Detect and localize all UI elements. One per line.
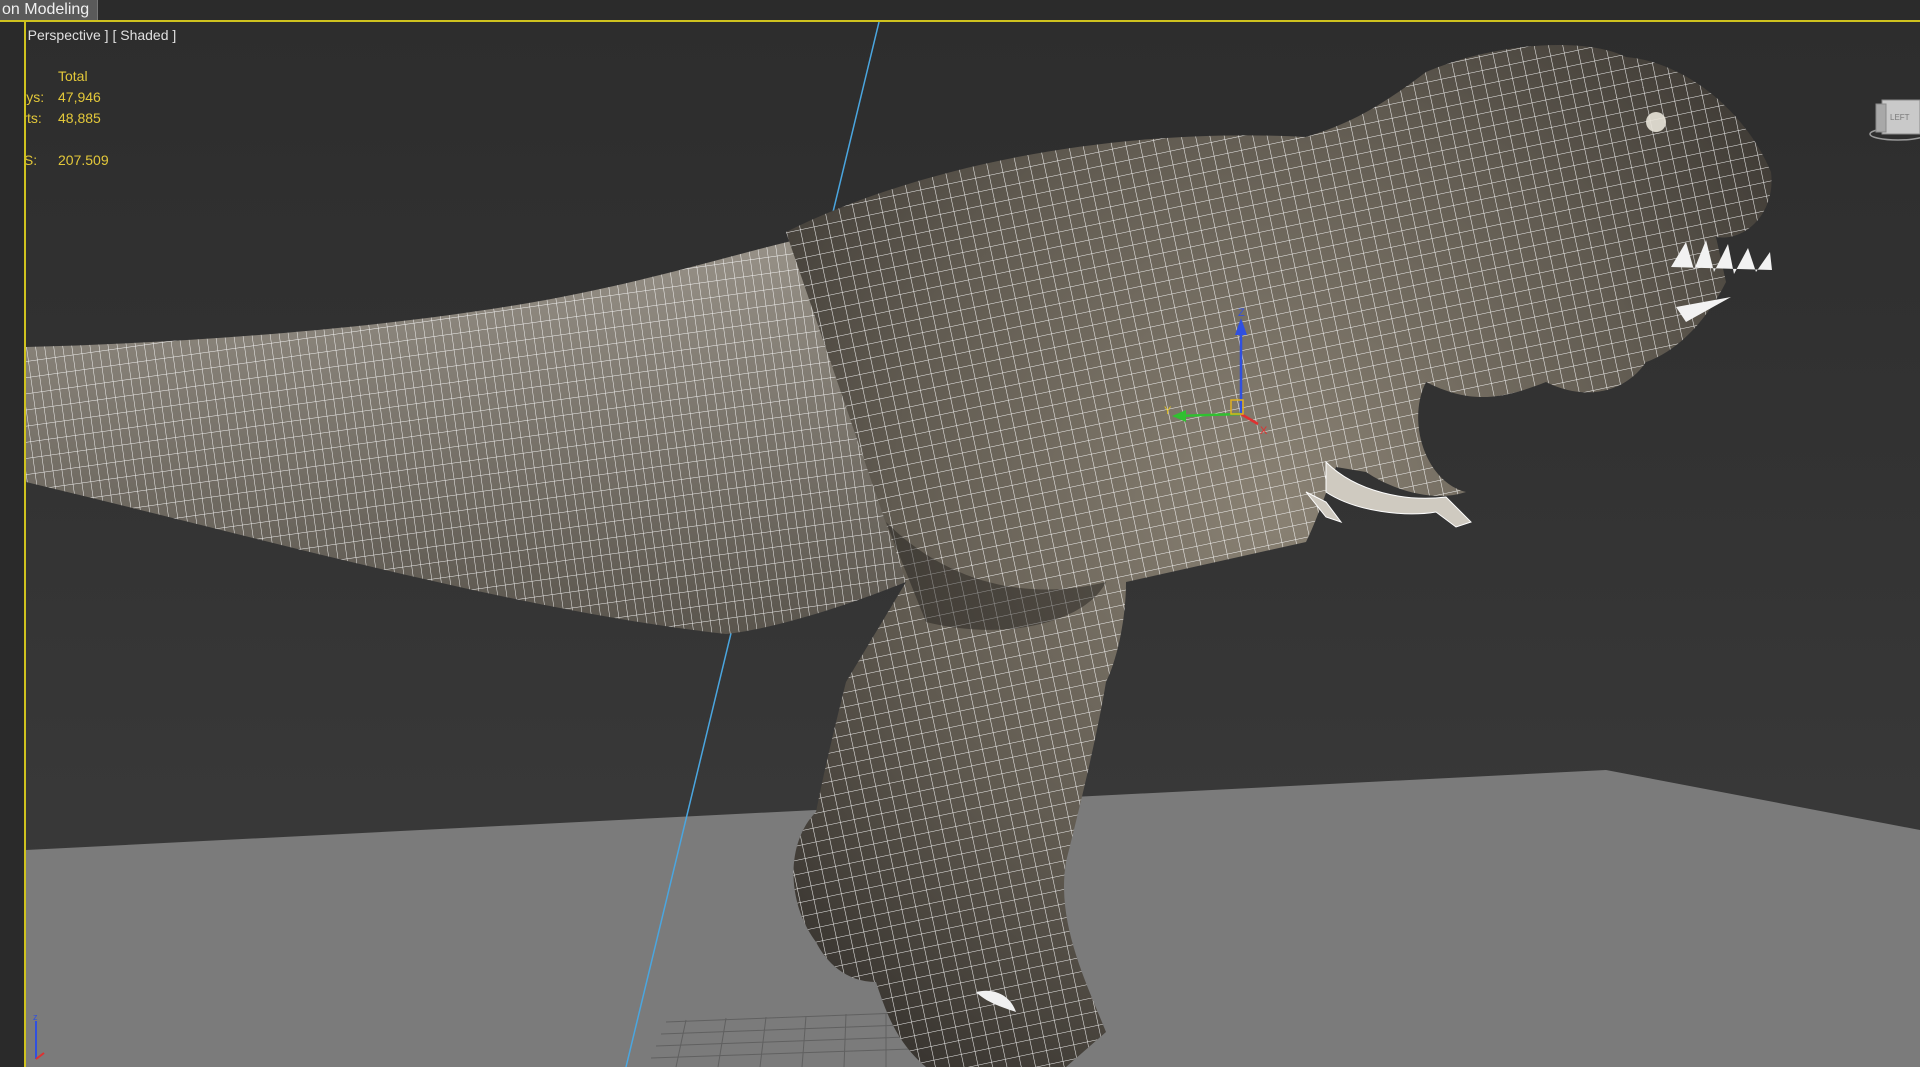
- left-rail: [0, 22, 26, 1067]
- viewport-view-button[interactable]: [ Perspective ]: [26, 27, 109, 43]
- axis-tripod-icon: z: [33, 1013, 45, 1060]
- gizmo-y-label: Y: [1164, 405, 1172, 417]
- trex-eye: [1646, 112, 1666, 132]
- viewcube-icon[interactable]: LEFT: [1868, 96, 1920, 142]
- stats-row-fps: FPS: 207.509: [26, 152, 109, 168]
- perspective-viewport[interactable]: Z Y X + ] [ Perspective ] [ Shaded ] Tot…: [26, 22, 1920, 1067]
- scene-canvas[interactable]: Z Y X: [26, 22, 1920, 1067]
- svg-text:z: z: [33, 1013, 38, 1022]
- viewport-label-menu: + ] [ Perspective ] [ Shaded ]: [26, 27, 176, 43]
- tab-modeling[interactable]: on Modeling: [0, 0, 99, 20]
- gizmo-x-label: X: [1260, 425, 1268, 437]
- viewport-shading-button[interactable]: [ Shaded ]: [112, 27, 176, 43]
- stats-header: Total: [58, 68, 88, 84]
- gizmo-z-label: Z: [1238, 307, 1245, 319]
- viewcube-face-label: LEFT: [1890, 113, 1910, 122]
- statistics-overlay: Total Polys: 47,946 Verts: 48,885 FPS: 2…: [26, 66, 109, 171]
- stats-row-verts: Verts: 48,885: [26, 110, 101, 126]
- ribbon-strip: on Modeling: [0, 0, 1920, 22]
- stats-row-polys: Polys: 47,946: [26, 89, 101, 105]
